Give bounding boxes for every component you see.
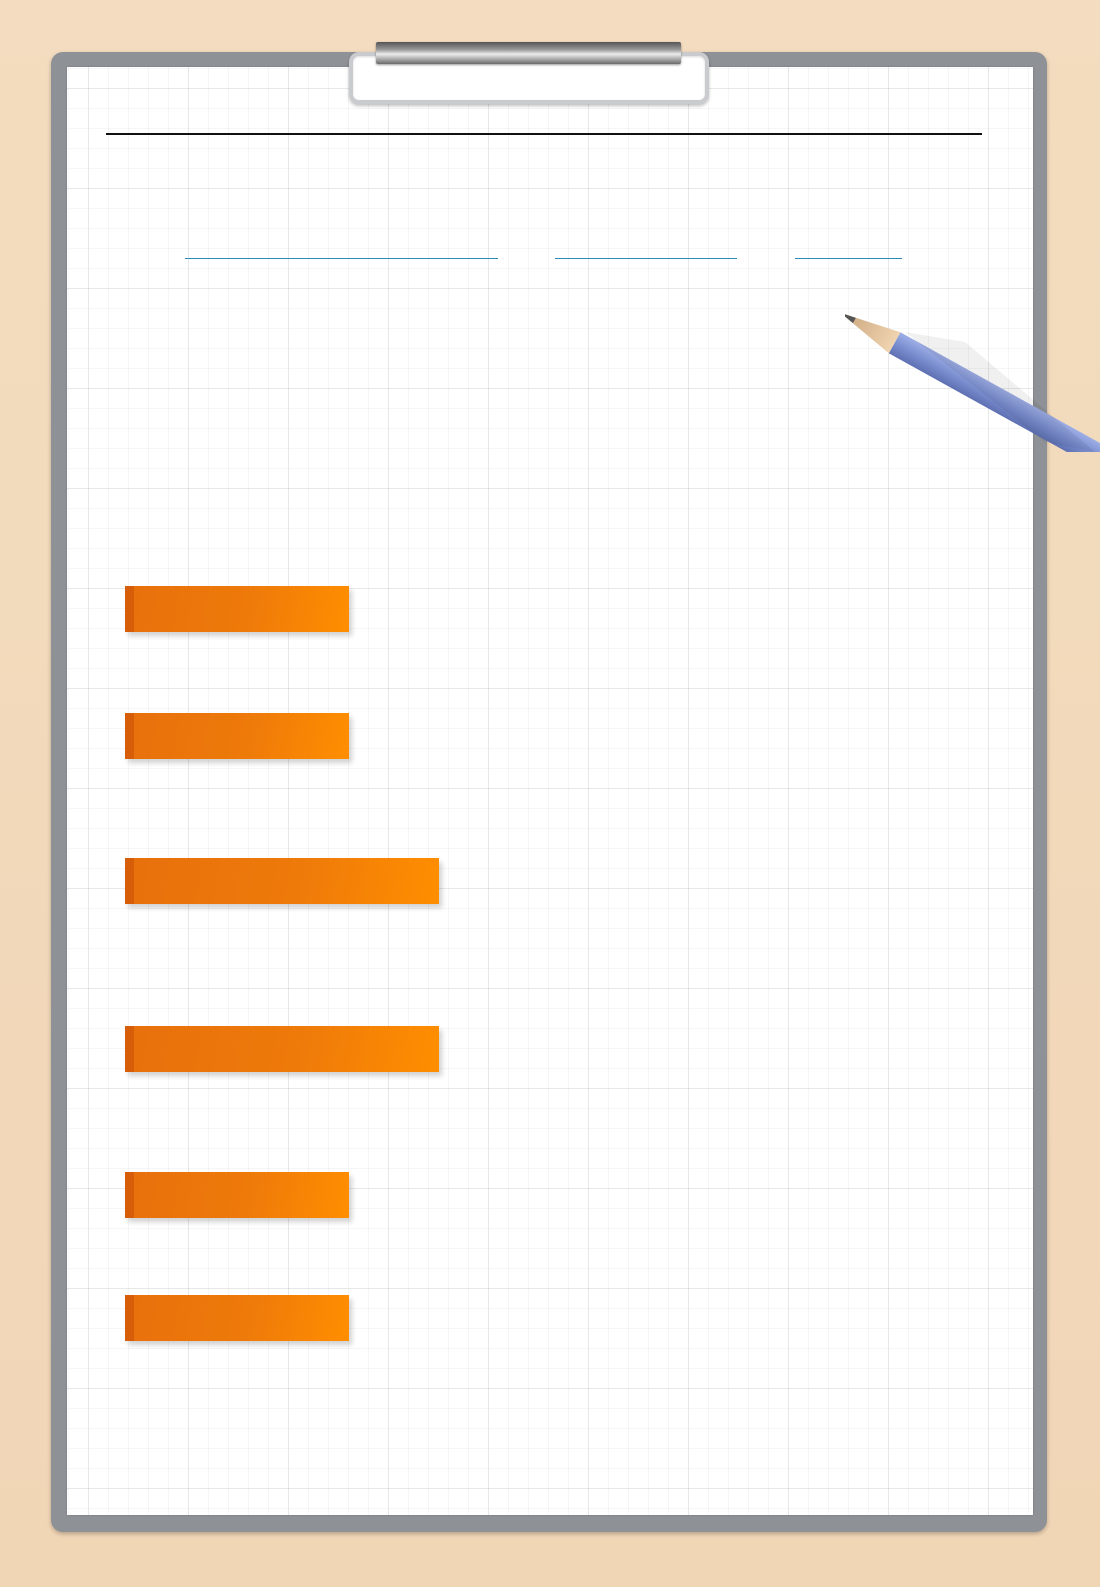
title-underline: [106, 133, 982, 135]
section-tag-2: [125, 713, 349, 759]
fill-in-blank-2: [555, 258, 737, 259]
fill-in-blank-1: [185, 258, 498, 259]
section-tag-4: [125, 1026, 439, 1072]
fill-in-blank-3: [795, 258, 902, 259]
clip-metal-bar: [376, 42, 681, 64]
section-tag-5: [125, 1172, 349, 1218]
section-tag-3: [125, 858, 439, 904]
section-tag-1: [125, 586, 349, 632]
document-title: [106, 96, 982, 130]
section-tag-6: [125, 1295, 349, 1341]
pencil-icon: [845, 312, 1100, 452]
